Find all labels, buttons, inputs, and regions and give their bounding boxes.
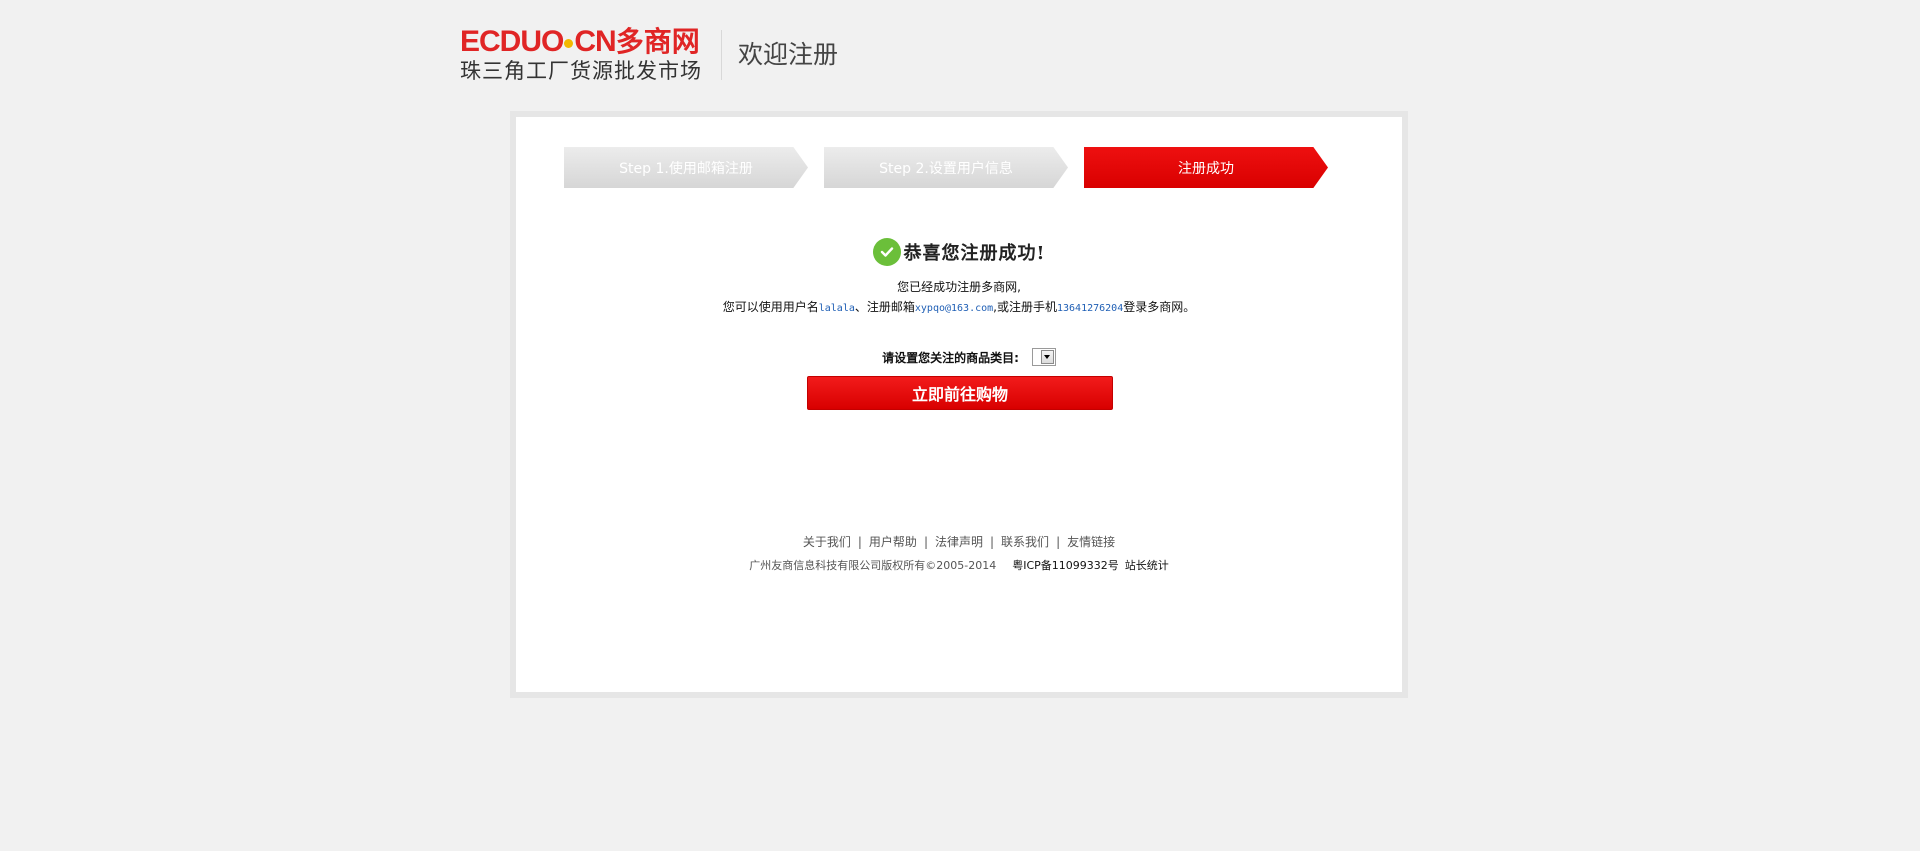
success-heading: 恭喜您注册成功! bbox=[516, 236, 1402, 268]
category-row: 请设置您关注的商品类目: bbox=[516, 346, 1402, 368]
site-logo[interactable]: ECDUO CN多商网 珠三角工厂货源批发市场 bbox=[460, 26, 708, 84]
success-message-1: 您已经成功注册多商网, bbox=[897, 280, 1021, 294]
logo-latin-a: ECDUO bbox=[460, 25, 564, 58]
dropdown-arrow-icon[interactable] bbox=[1040, 350, 1054, 364]
footer-separator: | bbox=[923, 535, 928, 549]
category-select[interactable] bbox=[1031, 348, 1056, 366]
footer-separator: | bbox=[857, 535, 862, 549]
footer-link-contact[interactable]: 联系我们 bbox=[1001, 535, 1049, 549]
page-title: 欢迎注册 bbox=[738, 40, 839, 69]
footer-link-friends[interactable]: 友情链接 bbox=[1067, 535, 1115, 549]
footer-separator: | bbox=[1056, 535, 1061, 549]
step-3-label: 注册成功 bbox=[1178, 160, 1234, 177]
logo-wordmark: ECDUO CN多商网 bbox=[460, 26, 700, 58]
step-3: 注册成功 bbox=[1084, 147, 1328, 188]
step-2: Step 2.设置用户信息 bbox=[824, 147, 1068, 188]
footer-link-legal[interactable]: 法律声明 bbox=[935, 535, 983, 549]
main-panel: Step 1.使用邮箱注册 Step 2.设置用户信息 注册成功 恭喜您注册成功… bbox=[516, 117, 1402, 692]
main-panel-border: Step 1.使用邮箱注册 Step 2.设置用户信息 注册成功 恭喜您注册成功… bbox=[510, 111, 1408, 698]
success-message-2: 您可以使用用户名lalala、注册邮箱xypqo@163.com,或注册手机13… bbox=[516, 298, 1402, 318]
page: ECDUO CN多商网 珠三角工厂货源批发市场 欢迎注册 Step 1.使用邮箱注… bbox=[0, 0, 1920, 851]
footer-separator: | bbox=[990, 535, 995, 549]
success-title: 恭喜您注册成功! bbox=[903, 243, 1046, 264]
step-progress: Step 1.使用邮箱注册 Step 2.设置用户信息 注册成功 bbox=[564, 147, 1354, 189]
step-1-label: Step 1.使用邮箱注册 bbox=[619, 160, 753, 177]
phone-value: 13641276204 bbox=[1057, 303, 1124, 314]
logo-tagline: 珠三角工厂货源批发市场 bbox=[460, 59, 702, 83]
step-1: Step 1.使用邮箱注册 bbox=[564, 147, 808, 188]
header-divider bbox=[721, 30, 722, 80]
check-icon bbox=[872, 238, 901, 266]
logo-cn: 多商网 bbox=[615, 25, 700, 58]
msg-mid-1: 、注册邮箱 bbox=[854, 300, 915, 314]
step-2-label: Step 2.设置用户信息 bbox=[879, 160, 1013, 177]
category-label: 请设置您关注的商品类目: bbox=[882, 350, 1019, 365]
msg-suffix: 登录多商网。 bbox=[1123, 300, 1196, 314]
footer-links: 关于我们 | 用户帮助 | 法律声明 | 联系我们 | 友情链接 bbox=[516, 533, 1402, 550]
footer-link-about[interactable]: 关于我们 bbox=[803, 535, 851, 549]
go-shopping-button[interactable]: 立即前往购物 bbox=[807, 376, 1113, 410]
icp-license-link[interactable]: 粤ICP备11099332号 bbox=[1012, 559, 1119, 572]
msg-mid-2: ,或注册手机 bbox=[993, 300, 1057, 314]
email-value: xypqo@163.com bbox=[914, 303, 994, 314]
username-value: lalala bbox=[818, 303, 855, 314]
header: ECDUO CN多商网 珠三角工厂货源批发市场 欢迎注册 bbox=[460, 26, 960, 86]
logo-latin-b: CN bbox=[574, 25, 616, 58]
site-stats-link[interactable]: 站长统计 bbox=[1125, 559, 1169, 572]
logo-dot-icon bbox=[564, 38, 574, 48]
footer-copyright-line: 广州友商信息科技有限公司版权所有©2005-2014 粤ICP备11099332号… bbox=[516, 557, 1402, 573]
msg-prefix: 您可以使用用户名 bbox=[722, 300, 819, 314]
copyright-text: 广州友商信息科技有限公司版权所有©2005-2014 bbox=[749, 559, 997, 572]
footer-link-help[interactable]: 用户帮助 bbox=[869, 535, 917, 549]
